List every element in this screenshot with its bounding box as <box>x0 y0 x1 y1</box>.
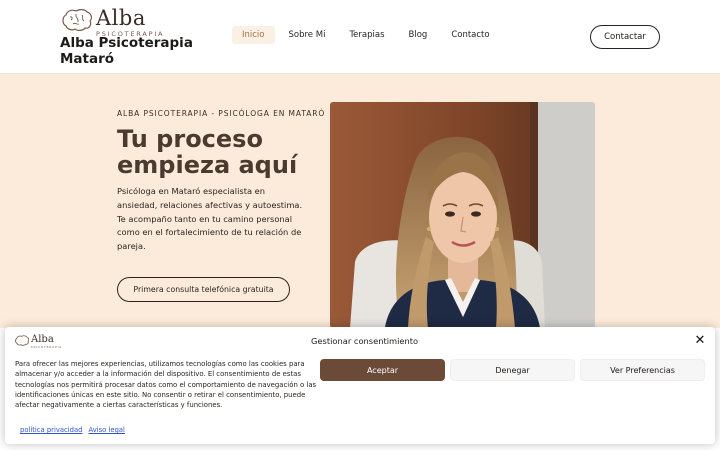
hero-section: ALBA PSICOTERAPIA - PSICÓLOGA EN MATARÓ … <box>0 74 720 328</box>
site-title[interactable]: Alba Psicoterapia Mataró <box>60 35 210 67</box>
close-icon[interactable]: ✕ <box>693 334 707 348</box>
hero-description: Psicóloga en Mataró especialista en ansi… <box>117 186 303 252</box>
legal-notice-link[interactable]: Aviso legal <box>88 426 124 434</box>
hero-heading: Tu proceso empieza aquí <box>117 125 298 179</box>
nav-item-contacto[interactable]: Contacto <box>451 26 489 44</box>
accept-button[interactable]: Aceptar <box>320 359 445 381</box>
free-consultation-button[interactable]: Primera consulta telefónica gratuita <box>117 277 290 302</box>
consent-logo: Alba PSICOTERAPIA <box>14 335 62 349</box>
nav-item-sobre-mi[interactable]: Sobre Mi <box>289 26 326 44</box>
main-nav: Inicio Sobre Mi Terapias Blog Contacto <box>232 26 514 44</box>
hero-eyebrow: ALBA PSICOTERAPIA - PSICÓLOGA EN MATARÓ <box>117 109 326 118</box>
consent-title: Gestionar consentimiento <box>311 336 419 346</box>
therapist-portrait <box>330 102 595 328</box>
consent-text: Para ofrecer las mejores experiencias, u… <box>15 360 317 410</box>
privacy-policy-link[interactable]: política privacidad <box>20 426 82 434</box>
portrait-illustration <box>330 102 595 328</box>
consent-links: política privacidad Aviso legal <box>20 426 131 434</box>
site-logo[interactable]: Alba PSICOTERAPIA <box>60 8 164 38</box>
brain-logo-icon <box>15 335 30 346</box>
consent-logo-name: Alba <box>31 334 54 345</box>
deny-button[interactable]: Denegar <box>450 359 575 381</box>
logo-name: Alba <box>96 6 146 30</box>
cookie-consent-dialog: Alba PSICOTERAPIA Gestionar consentimien… <box>5 327 715 444</box>
nav-item-blog[interactable]: Blog <box>409 26 428 44</box>
consent-logo-subtitle: PSICOTERAPIA <box>31 345 63 349</box>
contactar-button[interactable]: Contactar <box>590 25 660 49</box>
nav-item-terapias[interactable]: Terapias <box>349 26 384 44</box>
nav-item-inicio[interactable]: Inicio <box>232 26 275 44</box>
brain-logo-icon <box>62 9 93 31</box>
site-header: Alba PSICOTERAPIA Alba Psicoterapia Mata… <box>0 0 720 74</box>
view-preferences-button[interactable]: Ver Preferencias <box>580 359 705 381</box>
